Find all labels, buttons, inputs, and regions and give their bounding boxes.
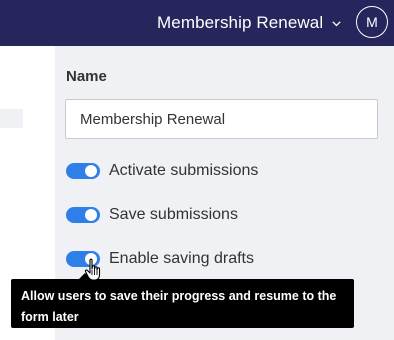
activate-submissions-toggle[interactable] <box>66 163 100 179</box>
name-input[interactable] <box>65 99 378 139</box>
toggle-knob <box>85 165 97 177</box>
name-label: Name <box>66 68 107 85</box>
save-submissions-toggle[interactable] <box>66 207 100 223</box>
activate-submissions-toggle-row[interactable]: Activate submissions <box>66 162 258 180</box>
left-panel-item <box>0 109 23 128</box>
save-submissions-toggle-row[interactable]: Save submissions <box>66 206 238 224</box>
toggle-knob <box>85 209 97 221</box>
save-submissions-label: Save submissions <box>109 206 238 223</box>
avatar-initial: M <box>366 14 378 30</box>
form-selector-label: Membership Renewal <box>157 13 324 32</box>
avatar[interactable]: M <box>356 6 388 38</box>
chevron-down-icon <box>332 21 341 27</box>
tooltip-text: Allow users to save their progress and r… <box>21 289 337 324</box>
form-selector-dropdown[interactable]: Membership Renewal <box>157 13 341 33</box>
top-bar: Membership Renewal M <box>0 0 394 46</box>
enable-saving-drafts-label: Enable saving drafts <box>109 250 254 267</box>
activate-submissions-label: Activate submissions <box>109 162 259 179</box>
tooltip: Allow users to save their progress and r… <box>11 279 354 328</box>
hand-pointer-icon <box>84 258 101 281</box>
